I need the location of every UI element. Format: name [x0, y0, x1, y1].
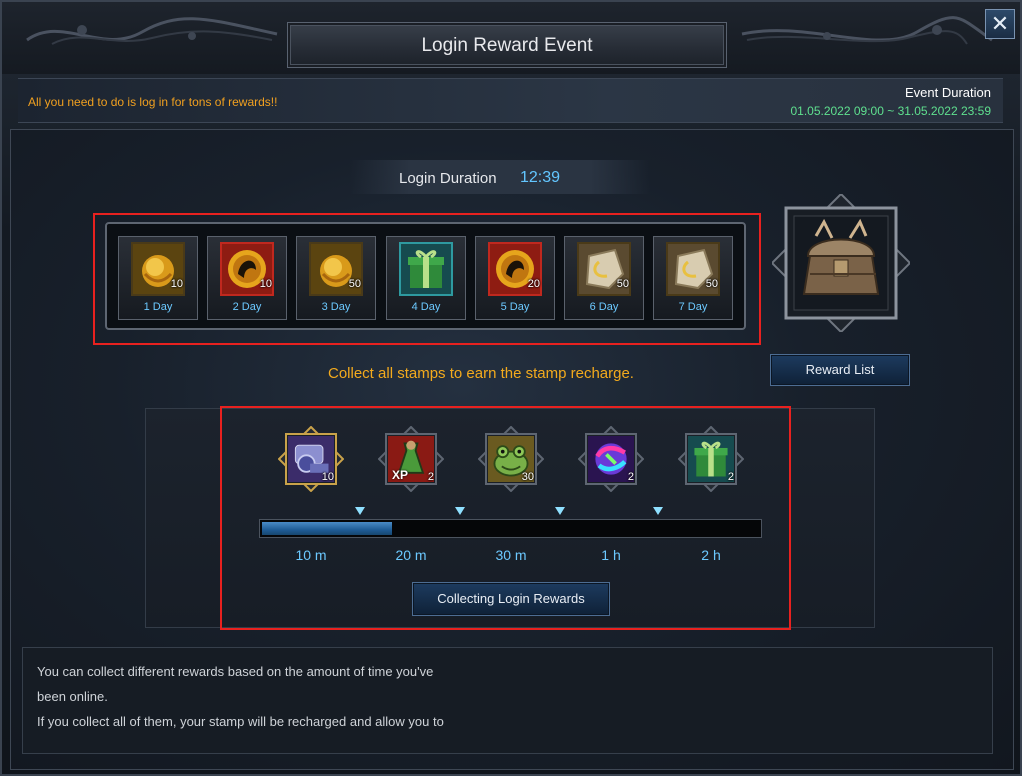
login-duration-value: 12:39: [520, 169, 561, 186]
event-duration-label: Event Duration: [905, 85, 991, 100]
left-ornament-icon: [26, 17, 278, 45]
close-button[interactable]: ✕: [985, 9, 1015, 39]
stamp-highlight-box: [93, 213, 761, 345]
wooden-chest-icon[interactable]: [772, 194, 910, 332]
description-box: You can collect different rewards based …: [22, 647, 993, 754]
close-icon: ✕: [990, 11, 1010, 36]
description-line: If you collect all of them, your stamp w…: [37, 714, 444, 729]
title-plate: Login Reward Event: [287, 22, 727, 68]
stamp-recharge-note: Collect all stamps to earn the stamp rec…: [328, 365, 634, 382]
event-info-bar: All you need to do is log in for tons of…: [18, 78, 1003, 123]
time-reward-highlight-box: [220, 406, 791, 630]
event-duration-value: 01.05.2022 09:00 ~ 31.05.2022 23:59: [790, 104, 991, 118]
right-ornament-icon: [741, 16, 993, 45]
login-reward-window: Login Reward Event ✕ All you need to do …: [0, 0, 1022, 776]
login-duration-label: Login Duration: [399, 170, 497, 187]
title-bar: Login Reward Event ✕: [2, 2, 1020, 74]
login-duration-bar: [350, 160, 650, 194]
description-line: been online.: [37, 689, 108, 704]
event-tagline: All you need to do is log in for tons of…: [28, 95, 278, 109]
window-title: Login Reward Event: [421, 35, 593, 56]
description-line: You can collect different rewards based …: [37, 664, 434, 679]
